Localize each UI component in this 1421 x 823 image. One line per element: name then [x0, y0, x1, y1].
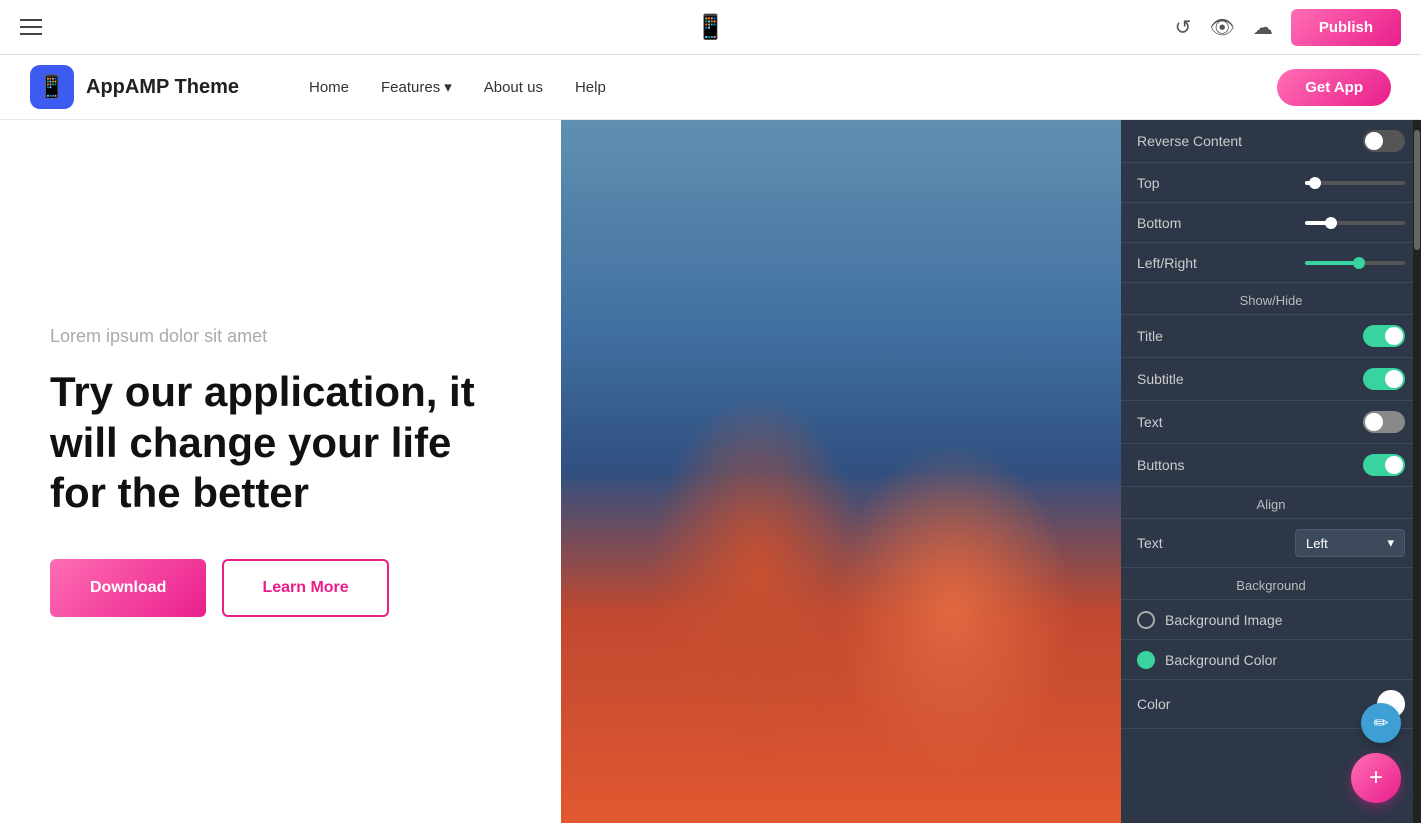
- align-text-dropdown[interactable]: Left ▾: [1295, 529, 1405, 557]
- text-row: Text: [1121, 401, 1421, 444]
- buttons-row: Buttons: [1121, 444, 1421, 487]
- reverse-content-row: Reverse Content: [1121, 120, 1421, 163]
- text-toggle[interactable]: [1363, 411, 1405, 433]
- reverse-content-toggle[interactable]: [1363, 130, 1405, 152]
- left-right-slider[interactable]: [1305, 261, 1405, 265]
- main-area: ↕ ⬇ </> ⚙ 🗑 Lorem ipsum dolor sit amet T…: [0, 120, 1421, 823]
- title-toggle[interactable]: [1363, 325, 1405, 347]
- top-row: Top: [1121, 163, 1421, 203]
- bg-color-radio[interactable]: [1137, 651, 1155, 669]
- panel-scrollbar[interactable]: [1413, 120, 1421, 823]
- logo-icon: 📱: [30, 65, 74, 109]
- align-text-row: Text Left ▾: [1121, 519, 1421, 568]
- dropdown-chevron-icon: ▾: [1387, 535, 1394, 551]
- bottom-slider[interactable]: [1305, 221, 1405, 225]
- bg-image-label: Background Image: [1165, 612, 1405, 628]
- top-bar: 📱 ↺ 👁 ☁ Publish: [0, 0, 1421, 55]
- features-dropdown-icon: ▾: [444, 78, 452, 96]
- get-app-button[interactable]: Get App: [1277, 69, 1391, 106]
- left-right-label: Left/Right: [1137, 255, 1197, 271]
- bottom-slider-knob[interactable]: [1325, 217, 1337, 229]
- top-bar-center: 📱: [696, 13, 726, 42]
- nav-features[interactable]: Features ▾: [381, 78, 452, 96]
- publish-button[interactable]: Publish: [1291, 9, 1401, 46]
- color-label: Color: [1137, 696, 1170, 712]
- bottom-label: Bottom: [1137, 215, 1181, 231]
- hamburger-menu[interactable]: [20, 19, 42, 35]
- buttons-label: Buttons: [1137, 457, 1184, 473]
- hero-section: ↕ ⬇ </> ⚙ 🗑 Lorem ipsum dolor sit amet T…: [0, 120, 1121, 823]
- nav-bar: 📱 AppAMP Theme Home Features ▾ About us …: [0, 55, 1421, 120]
- bg-color-row: Background Color: [1121, 640, 1421, 680]
- add-section-fab[interactable]: +: [1351, 753, 1401, 803]
- left-right-row: Left/Right: [1121, 243, 1421, 283]
- logo-text: AppAMP Theme: [86, 76, 239, 99]
- hero-left: Lorem ipsum dolor sit amet Try our appli…: [0, 120, 561, 823]
- hero-title: Try our application, it will change your…: [50, 367, 511, 518]
- nav-links: Home Features ▾ About us Help: [309, 78, 1237, 96]
- scrollbar-thumb[interactable]: [1414, 130, 1420, 250]
- hero-image: [561, 120, 1122, 823]
- top-label: Top: [1137, 175, 1160, 191]
- bottom-row: Bottom: [1121, 203, 1421, 243]
- logo-area: 📱 AppAMP Theme: [30, 65, 239, 109]
- hero-buttons: Download Learn More: [50, 559, 511, 617]
- title-label: Title: [1137, 328, 1163, 344]
- buttons-toggle[interactable]: [1363, 454, 1405, 476]
- subtitle-toggle[interactable]: [1363, 368, 1405, 390]
- nav-about[interactable]: About us: [484, 78, 543, 96]
- top-slider[interactable]: [1305, 181, 1405, 185]
- subtitle-row: Subtitle: [1121, 358, 1421, 401]
- cloud-upload-icon[interactable]: ☁: [1253, 15, 1273, 40]
- edit-fab[interactable]: ✏: [1361, 703, 1401, 743]
- show-hide-header: Show/Hide: [1121, 283, 1421, 315]
- download-button[interactable]: Download: [50, 559, 206, 617]
- background-header: Background: [1121, 568, 1421, 600]
- hero-right: [561, 120, 1122, 823]
- hero-photo-overlay: [561, 120, 1122, 823]
- undo-icon[interactable]: ↺: [1175, 15, 1192, 40]
- title-row: Title: [1121, 315, 1421, 358]
- phone-preview-icon[interactable]: 📱: [696, 13, 726, 42]
- subtitle-label: Subtitle: [1137, 371, 1184, 387]
- align-header: Align: [1121, 487, 1421, 519]
- bg-color-label: Background Color: [1165, 652, 1405, 668]
- learn-more-button[interactable]: Learn More: [222, 559, 388, 617]
- hero-subtitle: Lorem ipsum dolor sit amet: [50, 326, 511, 347]
- top-bar-left: [20, 19, 42, 35]
- nav-help[interactable]: Help: [575, 78, 606, 96]
- align-text-label: Text: [1137, 535, 1163, 551]
- reverse-content-label: Reverse Content: [1137, 133, 1242, 149]
- preview-icon[interactable]: 👁: [1209, 15, 1234, 40]
- left-right-slider-knob[interactable]: [1353, 257, 1365, 269]
- bg-image-row: Background Image: [1121, 600, 1421, 640]
- nav-home[interactable]: Home: [309, 78, 349, 96]
- text-label: Text: [1137, 414, 1163, 430]
- top-bar-right: ↺ 👁 ☁ Publish: [1175, 9, 1401, 46]
- bg-image-radio[interactable]: [1137, 611, 1155, 629]
- panel-scroll: Reverse Content Top Bottom: [1121, 120, 1421, 729]
- top-slider-knob[interactable]: [1309, 177, 1321, 189]
